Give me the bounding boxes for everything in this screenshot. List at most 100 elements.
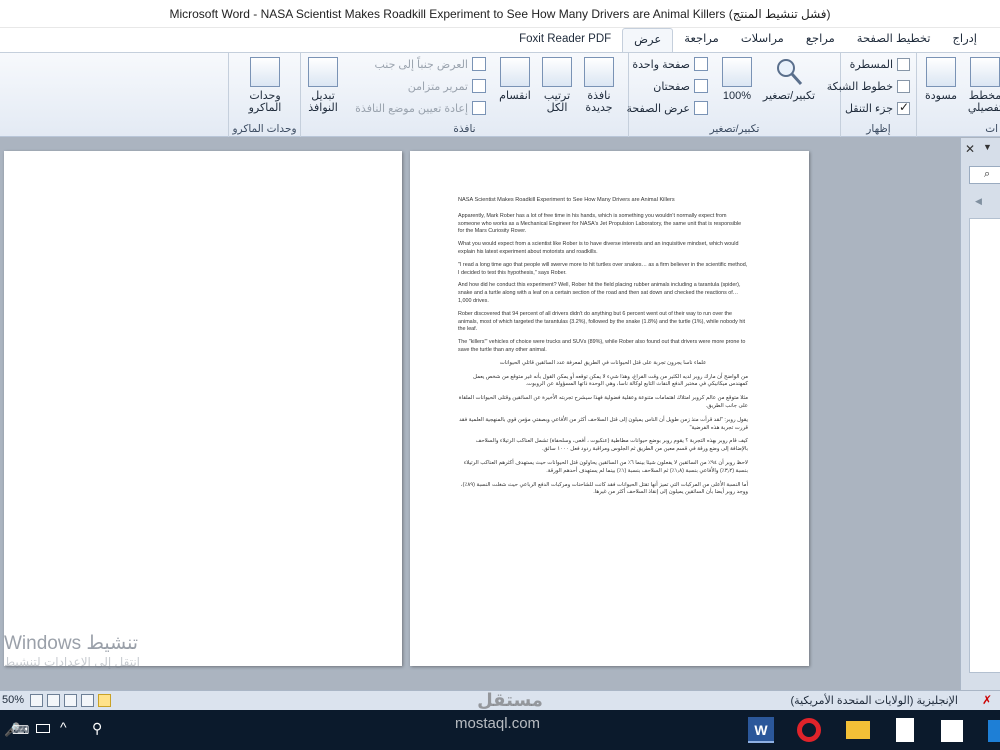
tab-mailings[interactable]: مراسلات [730,28,795,52]
side-by-side-icon [472,57,486,71]
activation-line-2: انتقل إلى الإعدادات لتنشيط [4,655,141,669]
draft-icon [926,57,956,87]
zoom-percent[interactable]: 50% [2,694,24,706]
page-width-button[interactable]: عرض الصفحة [627,101,708,115]
window-title: Microsoft Word - NASA Scientist Makes Ro… [0,0,1000,28]
keyboard-icon[interactable]: ⌨ [12,723,29,737]
gridlines-check-icon [897,80,910,93]
sync-scroll-icon [472,79,486,93]
people-icon[interactable]: ⚲ [92,720,102,737]
activation-watermark: تنشيط Windows انتقل إلى الإعدادات لتنشيط [0,632,200,669]
close-icon[interactable]: ✕ [965,142,975,156]
page-right[interactable]: NASA Scientist Makes Roadkill Experiment… [410,151,809,666]
switch-windows-button[interactable]: تبديل النوافذ [301,57,345,114]
one-page-button[interactable]: صفحة واحدة [632,57,708,71]
draft-view-icon[interactable] [30,694,43,707]
en-paragraph-2: What you would expect from a scientist l… [458,241,739,255]
file-explorer-icon[interactable] [846,721,870,739]
reading-view-icon[interactable] [81,694,94,707]
nav-pane-label: جزء التنقل [844,103,893,115]
zoom-label: تكبير/تصغير [762,90,816,102]
group-macros: وحدات الماكرو وحدات الماكرو [228,53,300,137]
page-left[interactable] [4,151,402,666]
macros-button[interactable]: وحدات الماكرو [243,57,287,114]
en-paragraph-3: "I read a long time ago that people will… [458,261,748,276]
zoom-100-label: 100% [722,90,752,102]
settings-icon[interactable] [988,720,1000,742]
reset-position-icon [472,101,486,115]
language-indicator[interactable]: الإنجليزية (الولايات المتحدة الأمريكية) [791,694,958,707]
mostaql-brand: مستقل [477,690,543,710]
tab-page-layout[interactable]: تخطيط الصفحة [846,28,942,52]
ar-paragraph-1: من الواضح أن مارك روبر لديه الكثير من وق… [473,373,748,388]
tab-view[interactable]: عرض [622,28,674,52]
zoom-button[interactable]: تكبير/تصغير [759,57,819,102]
battery-icon [36,724,50,733]
views-group-label: ات [985,123,998,135]
activation-line-1: تنشيط Windows [4,633,139,654]
macros-label: وحدات [249,90,281,102]
web-view-icon[interactable] [64,694,77,707]
zoom-100-button[interactable]: 100% [715,57,759,102]
group-zoom: تكبير/تصغير 100% صفحة واحدة صفحتان عرض ا… [627,53,840,137]
search-icon: ⌕ [984,168,991,180]
word-taskbar-icon[interactable]: W [748,717,774,743]
split-label: انقسام [499,90,531,102]
magnifier-icon [774,57,804,87]
zoom-100-icon [722,57,752,87]
print-layout-button[interactable]: مخطط تفصيلي [963,57,1000,114]
tab-references[interactable]: مراجع [795,28,846,52]
ar-paragraph-6: أما النسبة الأعلى من المركبات التي تميز … [460,481,748,496]
spelling-status-icon[interactable]: ✗ [982,693,992,707]
sync-scroll-button[interactable]: تمرير متزامن [408,79,486,93]
tab-foxit[interactable]: Foxit Reader PDF [508,28,622,52]
new-window-label-2: جديدة [585,102,613,114]
group-document-views: مخطط تفصيلي مسودة ات [916,53,1000,137]
macros-label-2: الماكرو [248,102,282,114]
opera-icon[interactable] [797,718,821,742]
mostaql-watermark: مستقل [430,690,590,710]
ar-paragraph-4: كيف قام روبر بهذه التجربة ؟ يقوم روبر بو… [475,438,748,453]
split-icon [500,57,530,87]
side-by-side-button[interactable]: العرض جنباً إلى جنب [374,57,486,71]
outline-view-icon[interactable] [47,694,60,707]
window-group-label: نافذة [453,123,476,135]
mostaql-url: mostaql.com [455,715,541,732]
draft-label: مسودة [924,90,958,102]
word-letter: W [754,722,768,738]
tab-review[interactable]: مراجعة [673,28,730,52]
document-icon[interactable] [896,718,914,742]
new-window-icon [584,57,614,87]
reset-position-button[interactable]: إعادة تعيين موضع النافذة [355,101,486,115]
tab-insert[interactable]: إدراج [942,28,989,52]
chevron-down-icon[interactable]: ▼ [983,142,992,152]
new-window-label: نافذة [587,90,611,102]
draft-button[interactable]: مسودة [919,57,963,102]
chevron-up-icon[interactable]: ^ [60,719,67,735]
nav-pane-checkbox[interactable]: جزء التنقل [844,100,910,115]
one-page-icon [694,57,708,71]
print-layout-icon [970,57,1000,87]
ruler-check-icon [897,58,910,71]
ar-paragraph-3: يقول روبر: "لقد قرأت منذ زمن طويل أن الن… [459,416,748,431]
search-box[interactable]: ⌕ [969,166,1000,184]
ruler-checkbox[interactable]: المسطرة [850,58,910,71]
new-window-button[interactable]: نافذة جديدة [577,57,621,114]
split-button[interactable]: انقسام [493,57,537,102]
ribbon: مخطط تفصيلي مسودة ات المسطرة خطوط الشبكة… [0,53,1000,137]
document-body: NASA Scientist Makes Roadkill Experiment… [458,197,748,503]
store-icon[interactable] [941,720,963,742]
group-window: نافذة جديدة ترتيب الكل انقسام العرض جنبا… [300,53,628,137]
page-width-icon [694,101,708,115]
two-pages-button[interactable]: صفحتان [653,79,708,93]
arrange-all-button[interactable]: ترتيب الكل [535,57,579,114]
print-view-icon[interactable] [98,694,111,707]
view-buttons [30,694,111,707]
macros-icon [250,57,280,87]
print-layout-label: مخطط [968,90,1000,102]
show-group-label: إظهار [866,123,891,135]
nav-arrow-icon[interactable]: ◀ [975,196,982,207]
taskbar: mostaql.com 🎤 ⌨ ^ ⚲ W [0,710,1000,750]
doc-title: NASA Scientist Makes Roadkill Experiment… [458,197,675,203]
ar-paragraph-5: لاحظ روبر أن ٩٤٪ من السائقين لا يفعلون ش… [463,459,748,474]
